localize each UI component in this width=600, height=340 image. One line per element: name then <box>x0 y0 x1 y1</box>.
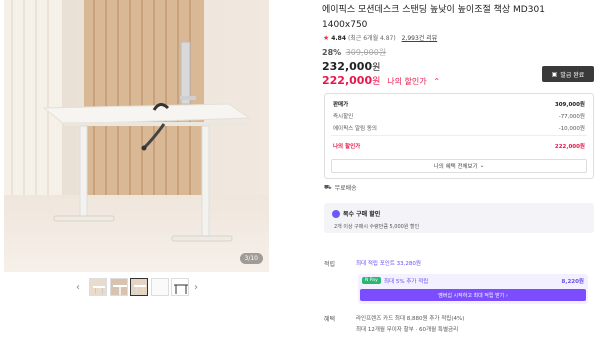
divider <box>331 135 587 136</box>
discount-line: 28% 309,000원 <box>322 47 386 58</box>
pb-row-label: 즉시할인 <box>333 114 354 120</box>
my-price-label: 나의 할인가 <box>387 77 427 86</box>
pb-final-label: 나의 할인가 <box>333 144 361 150</box>
pb-row-label: 에이픽스 알림 동의 <box>333 126 377 132</box>
discount-rate: 28% <box>322 48 342 57</box>
thumb-next-icon[interactable]: › <box>194 282 198 293</box>
npay-badge: N Pay <box>362 277 381 284</box>
pb-final-value: 222,000원 <box>554 144 585 150</box>
chevron-down-icon: ⌄ <box>479 163 485 169</box>
points-box: N Pay 최대 5% 추가 적립 8,220원 멤버십 시작하고 최대 적립 … <box>358 274 588 304</box>
max-points-line: 최대 적립 포인트 33,280원 <box>356 261 421 267</box>
thumbnail[interactable] <box>171 278 189 296</box>
bulk-title-label: 복수 구매 할인 <box>343 211 381 218</box>
extra-points-amount: 8,220원 <box>561 279 584 285</box>
pb-head-row: 판매가 309,000원 <box>333 100 585 108</box>
thumbnail-active[interactable] <box>130 278 148 296</box>
review-count-link[interactable]: 2,993건 리뷰 <box>402 35 438 42</box>
original-price: 309,000원 <box>345 48 387 57</box>
extra-points-text[interactable]: 최대 5% 추가 적립 <box>384 277 428 285</box>
price-breakdown: 판매가 309,000원 즉시할인 -77,000원 에이픽스 알림 동의 -1… <box>324 93 594 179</box>
benefits-section-label: 혜택 <box>324 316 336 323</box>
coupon-button-label: 발급 완료 <box>560 71 585 79</box>
bulk-description: 2개 이상 구매시 수량만큼 5,000원 할인 <box>334 224 420 230</box>
view-all-benefits-button[interactable]: 나의 혜택 전체보기 ⌄ <box>331 159 587 173</box>
currency-unit: 원 <box>372 63 381 73</box>
truck-icon: ⛟ <box>324 183 332 191</box>
pb-row-value: -77,000원 <box>558 114 585 120</box>
sale-price: 232,000원 <box>322 60 380 73</box>
thumbnail-strip: ‹ › <box>0 278 275 300</box>
pb-row: 즉시할인 -77,000원 <box>333 112 585 120</box>
view-all-benefits-label: 나의 혜택 전체보기 <box>433 164 478 170</box>
bulk-title: 복수 구매 할인 <box>332 209 380 218</box>
chevron-up-icon[interactable]: ⌃ <box>433 77 440 86</box>
rating-score: 4.84 <box>331 35 347 42</box>
currency-unit: 원 <box>372 77 381 87</box>
rating-summary: ★ 4.84 (최근 6개월 4.87) 2,993건 리뷰 <box>323 34 438 42</box>
product-title: 에이픽스 모션데스크 스탠딩 높낮이 높이조절 책상 MD301 1400x75… <box>322 5 545 30</box>
thumbnail[interactable] <box>151 278 169 296</box>
coupon-issued-button[interactable]: ▣ 발급 완료 <box>542 66 594 82</box>
thumbnail[interactable] <box>110 278 128 296</box>
start-membership-button[interactable]: 멤버십 시작하고 최대 적립 받기 › <box>360 289 586 301</box>
standing-desk-image <box>4 0 269 272</box>
my-discount-price[interactable]: 222,000원 나의 할인가 ⌃ <box>322 74 440 87</box>
pb-row-value: -10,000원 <box>558 126 585 132</box>
main-product-photo[interactable]: 3/10 <box>4 0 269 272</box>
coupon-icon: ▣ <box>551 70 558 78</box>
discount-icon <box>332 209 340 218</box>
pb-head-label: 판매가 <box>333 102 349 108</box>
points-section-label: 적립 <box>324 261 336 268</box>
sale-price-value: 232,000 <box>322 60 373 73</box>
pb-row: 에이픽스 알림 동의 -10,000원 <box>333 124 585 132</box>
pb-head-value: 309,000원 <box>554 102 585 108</box>
bulk-discount-box: 복수 구매 할인 2개 이상 구매시 수량만큼 5,000원 할인 <box>324 203 594 233</box>
rating-note: (최근 6개월 4.87 <box>347 35 394 42</box>
photo-counter: 3/10 <box>239 253 263 264</box>
shipping-label: 무료배송 <box>334 185 357 192</box>
my-price-value: 222,000 <box>322 74 373 87</box>
star-icon: ★ <box>323 34 330 42</box>
thumbnail[interactable] <box>89 278 107 296</box>
card-benefit-line: 라인프렌즈 카드 최대 8,880원 추가 적립(4%) <box>356 316 465 322</box>
installment-benefit-line: 최대 12개월 무이자 할부 · 60개월 특별금리 <box>356 327 459 333</box>
pb-final-row: 나의 할인가 222,000원 <box>333 142 585 150</box>
thumb-prev-icon[interactable]: ‹ <box>76 282 80 293</box>
shipping-info: ⛟ 무료배송 <box>324 183 357 193</box>
